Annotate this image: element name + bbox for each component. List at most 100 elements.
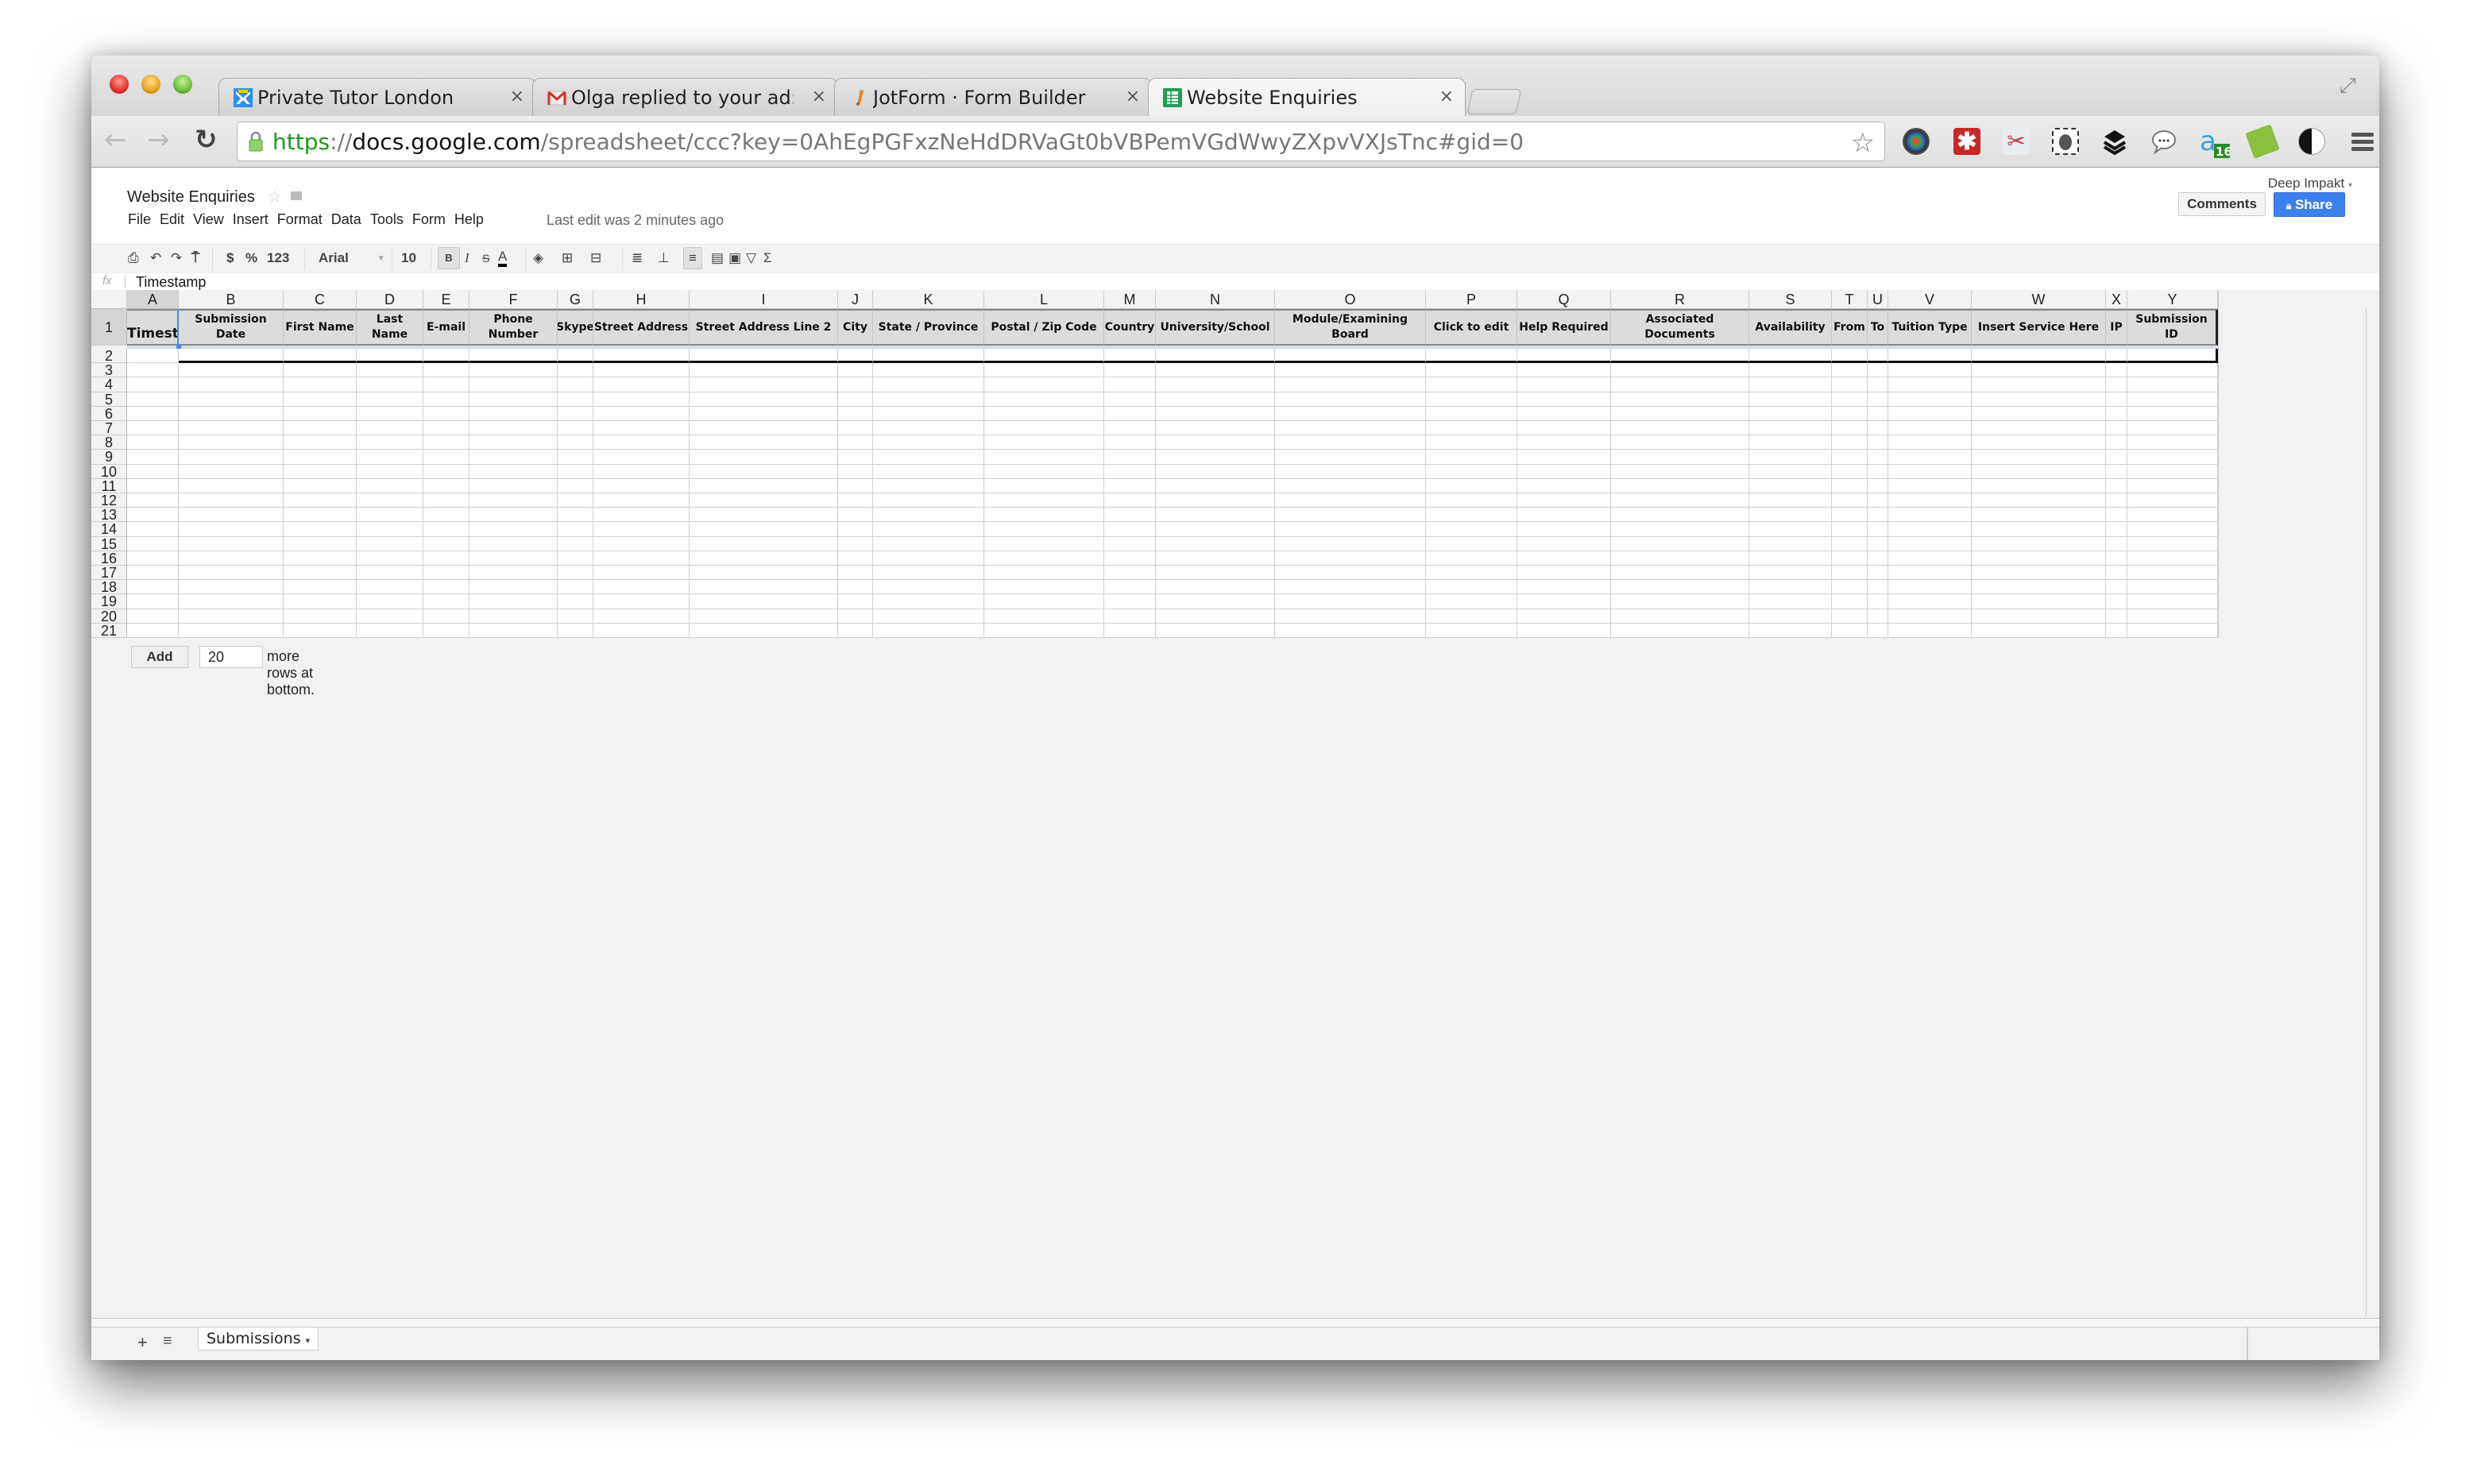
cell-y4[interactable] [2127, 377, 2218, 392]
last-edit-status[interactable]: Last edit was 2 minutes ago [547, 212, 724, 229]
cell-k10[interactable] [873, 464, 984, 479]
cell-y3[interactable] [2127, 363, 2218, 378]
cell-m17[interactable] [1104, 566, 1156, 581]
cell-b17[interactable] [179, 566, 284, 581]
cell-j9[interactable] [838, 450, 873, 465]
user-account[interactable]: Deep Impakt ▾ [2268, 176, 2352, 191]
cell-x21[interactable] [2106, 623, 2127, 638]
cell-d6[interactable] [357, 406, 423, 421]
cell-k9[interactable] [873, 450, 984, 465]
cell-d7[interactable] [357, 421, 423, 436]
cell-u21[interactable] [1868, 623, 1888, 638]
cell-d15[interactable] [357, 536, 423, 551]
cell-x13[interactable] [2106, 508, 2127, 523]
cell-c13[interactable] [284, 508, 357, 523]
cell-a16[interactable] [127, 551, 179, 566]
cell-y12[interactable] [2127, 493, 2218, 508]
column-header-y[interactable]: Y [2127, 290, 2218, 309]
cell-x10[interactable] [2106, 464, 2127, 479]
chevron-down-icon[interactable]: ▾ [379, 249, 384, 267]
cell-a9[interactable] [127, 450, 179, 465]
row-header-14[interactable]: 14 [91, 522, 127, 537]
cell-f11[interactable] [469, 478, 558, 493]
cell-f8[interactable] [469, 435, 558, 450]
cell-e5[interactable] [423, 392, 469, 407]
cell-e9[interactable] [423, 450, 469, 465]
header-cell-u[interactable]: To [1868, 309, 1888, 346]
cell-j8[interactable] [838, 435, 873, 450]
cell-p12[interactable] [1426, 493, 1517, 508]
cell-c5[interactable] [284, 392, 357, 407]
header-cell-m[interactable]: Country [1104, 309, 1156, 346]
cell-y5[interactable] [2127, 392, 2218, 407]
cell-c9[interactable] [284, 450, 357, 465]
cell-u7[interactable] [1868, 421, 1888, 436]
lastpass-icon[interactable]: ✱ [1953, 128, 1980, 155]
cell-o21[interactable] [1275, 623, 1426, 638]
cell-u15[interactable] [1868, 536, 1888, 551]
cell-h17[interactable] [593, 566, 690, 581]
cell-d10[interactable] [357, 464, 423, 479]
horizontal-align-icon[interactable]: ≣ [632, 249, 643, 267]
header-cell-n[interactable]: University/School [1156, 309, 1275, 346]
cell-f4[interactable] [469, 377, 558, 392]
cell-s18[interactable] [1749, 580, 1832, 595]
cell-x20[interactable] [2106, 609, 2127, 624]
cell-b8[interactable] [179, 435, 284, 450]
tab-private-tutor-london[interactable]: Private Tutor London × [218, 78, 536, 116]
cell-f19[interactable] [469, 594, 558, 609]
paint-format-icon[interactable]: ⍑ [191, 249, 199, 267]
cell-v19[interactable] [1888, 594, 1972, 609]
cell-j17[interactable] [838, 566, 873, 581]
cell-s15[interactable] [1749, 536, 1832, 551]
sheet-tab-submissions[interactable]: Submissions ▾ [198, 1327, 319, 1351]
header-cell-c[interactable]: First Name [284, 309, 357, 346]
cell-v13[interactable] [1888, 508, 1972, 523]
cell-y8[interactable] [2127, 435, 2218, 450]
cell-r17[interactable] [1611, 566, 1749, 581]
cell-v11[interactable] [1888, 478, 1972, 493]
column-header-s[interactable]: S [1749, 290, 1832, 309]
cell-f14[interactable] [469, 522, 558, 537]
menu-edit[interactable]: Edit [160, 211, 184, 227]
cell-i20[interactable] [690, 609, 838, 624]
cell-c18[interactable] [284, 580, 357, 595]
cell-j20[interactable] [838, 609, 873, 624]
cell-k17[interactable] [873, 566, 984, 581]
cell-f9[interactable] [469, 450, 558, 465]
share-button[interactable]: 🔒︎ Share [2274, 192, 2345, 217]
cell-c4[interactable] [284, 377, 357, 392]
cell-u14[interactable] [1868, 522, 1888, 537]
cell-a5[interactable] [127, 392, 179, 407]
cell-f10[interactable] [469, 464, 558, 479]
cell-j10[interactable] [838, 464, 873, 479]
cell-x5[interactable] [2106, 392, 2127, 407]
header-cell-i[interactable]: Street Address Line 2 [690, 309, 838, 346]
cell-v16[interactable] [1888, 551, 1972, 566]
cell-j6[interactable] [838, 406, 873, 421]
cell-a7[interactable] [127, 421, 179, 436]
cell-i21[interactable] [690, 623, 838, 638]
cell-e17[interactable] [423, 566, 469, 581]
cell-o19[interactable] [1275, 594, 1426, 609]
cell-d4[interactable] [357, 377, 423, 392]
cell-q17[interactable] [1517, 566, 1611, 581]
cell-r12[interactable] [1611, 493, 1749, 508]
column-header-a[interactable]: A [127, 290, 179, 309]
cell-a18[interactable] [127, 580, 179, 595]
cell-v3[interactable] [1888, 363, 1972, 378]
column-header-n[interactable]: N [1156, 290, 1275, 309]
cell-o5[interactable] [1275, 392, 1426, 407]
cell-m15[interactable] [1104, 536, 1156, 551]
cell-f15[interactable] [469, 536, 558, 551]
redo-icon[interactable]: ↷ [171, 249, 182, 267]
column-header-k[interactable]: K [873, 290, 984, 309]
cell-r4[interactable] [1611, 377, 1749, 392]
cell-q16[interactable] [1517, 551, 1611, 566]
cell-p2[interactable] [1426, 349, 1517, 364]
cell-y14[interactable] [2127, 522, 2218, 537]
cell-r21[interactable] [1611, 623, 1749, 638]
header-cell-v[interactable]: Tuition Type [1888, 309, 1972, 346]
cell-l15[interactable] [984, 536, 1104, 551]
cell-k6[interactable] [873, 406, 984, 421]
